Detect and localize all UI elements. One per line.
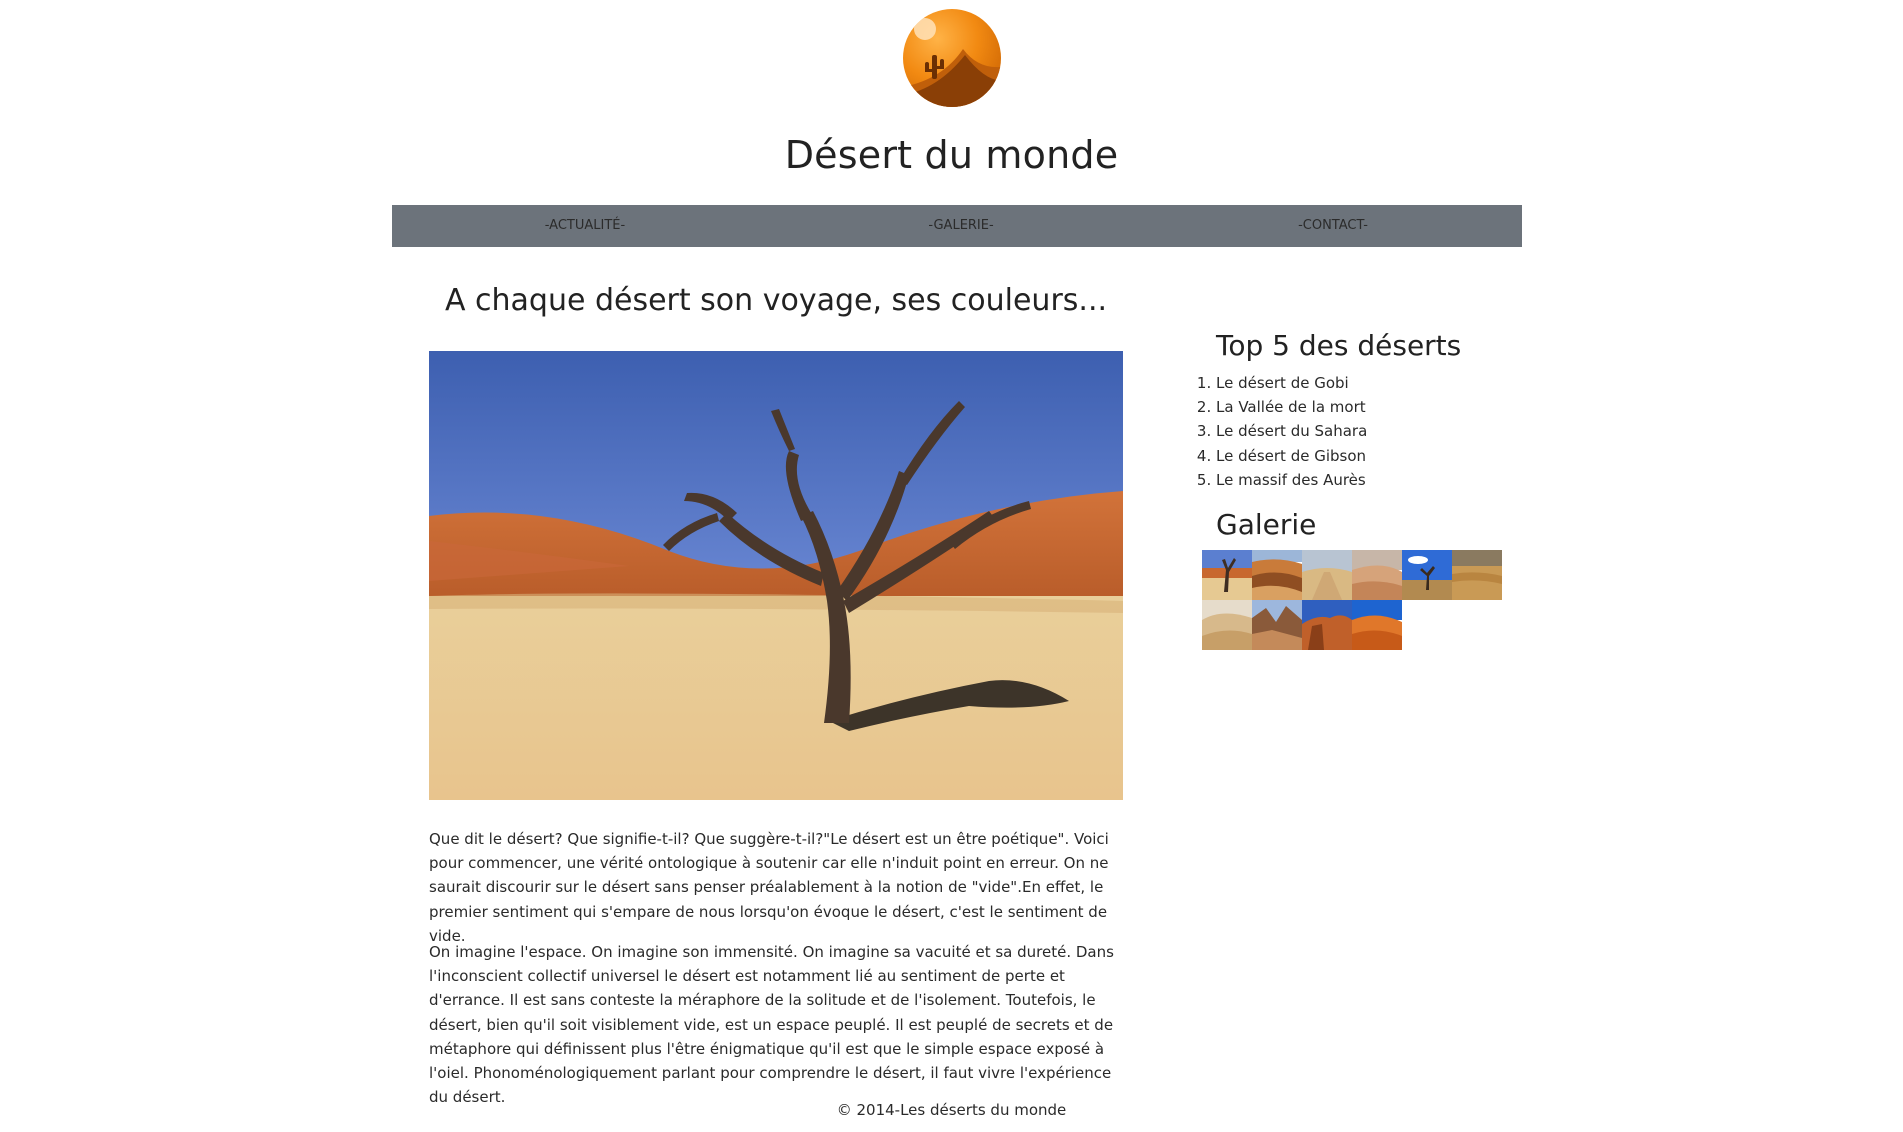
top5-list: Le désert de Gobi La Vallée de la mort L… <box>1200 371 1367 492</box>
dead-tree-thumb-icon[interactable] <box>1202 550 1252 600</box>
orange-dunes-thumb-icon[interactable] <box>1352 600 1402 650</box>
list-item: Le massif des Aurès <box>1216 468 1367 492</box>
sand-road-thumb-icon[interactable] <box>1302 550 1352 600</box>
site-logo-icon[interactable] <box>903 9 1001 107</box>
article-paragraph-1: Que dit le désert? Que signifie-t-il? Qu… <box>429 830 1109 945</box>
pale-dunes-thumb-icon[interactable] <box>1202 600 1252 650</box>
site-title: Désert du monde <box>784 133 1119 177</box>
footer-copyright: © 2014-Les déserts du monde <box>836 1101 1067 1119</box>
top5-heading: Top 5 des déserts <box>1216 329 1462 362</box>
article-heading: A chaque désert son voyage, ses couleurs… <box>444 283 1108 318</box>
list-item: Le désert de Gibson <box>1216 444 1367 468</box>
hero-image <box>429 351 1123 800</box>
sand-plain-thumb-icon[interactable] <box>1352 550 1402 600</box>
red-rock-thumb-icon[interactable] <box>1302 600 1352 650</box>
rock-formation-thumb-icon[interactable] <box>1252 600 1302 650</box>
blue-sky-tree-thumb-icon[interactable] <box>1402 550 1452 600</box>
dead-tree-desert-photo-icon <box>429 351 1123 800</box>
dunes-thumb-icon[interactable] <box>1252 550 1302 600</box>
nav-item-contact[interactable]: -CONTACT- <box>1286 205 1380 249</box>
nav-item-actualite[interactable]: -ACTUALITÉ- <box>534 205 636 249</box>
gallery-heading: Galerie <box>1216 508 1317 541</box>
page: Désert du monde -ACTUALITÉ- -GALERIE- -C… <box>0 0 1903 1132</box>
list-item: Le désert du Sahara <box>1216 419 1367 443</box>
main-nav: -ACTUALITÉ- -GALERIE- -CONTACT- <box>392 205 1522 249</box>
nav-item-galerie[interactable]: -GALERIE- <box>919 205 1003 249</box>
rocky-desert-thumb-icon[interactable] <box>1452 550 1502 600</box>
list-item: La Vallée de la mort <box>1216 395 1367 419</box>
gallery-grid <box>1202 550 1504 650</box>
article-paragraph-2: On imagine l'espace. On imagine son imme… <box>429 943 1114 1107</box>
list-item: Le désert de Gobi <box>1216 371 1367 395</box>
